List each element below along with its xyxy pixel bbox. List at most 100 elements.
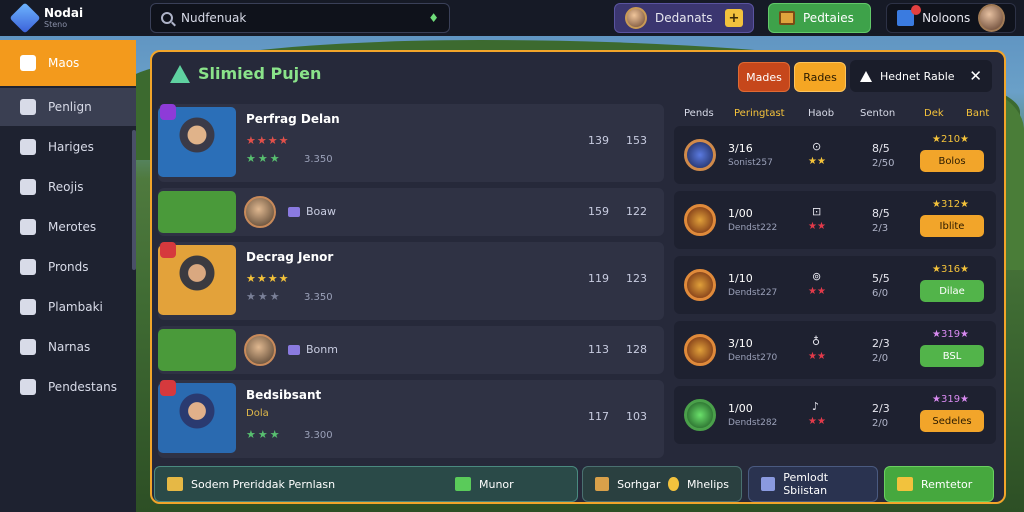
stat-value: 123 <box>626 272 647 285</box>
cell-value: Sonist257 <box>728 158 773 168</box>
score-value: ★319★ <box>932 329 970 340</box>
sidebar-item-hariges[interactable]: Hariges <box>0 128 136 166</box>
score-value: ★316★ <box>932 264 970 275</box>
user-name: Dedanats <box>655 11 713 25</box>
close-icon[interactable]: ✕ <box>969 67 982 85</box>
rades-button[interactable]: Rades <box>794 62 846 92</box>
table-header: Pends Peringtast Haob Senton Dek Bant <box>674 108 996 124</box>
list-item[interactable]: Bonm 113 128 <box>158 326 664 374</box>
column-header: Dek <box>924 108 944 119</box>
cell-value: 1/10 <box>728 272 753 285</box>
display-icon <box>20 99 36 115</box>
hero-portrait <box>158 329 236 371</box>
top-bar: Nodai Steno ♦ Dedanats + Pedtaies Noloon… <box>0 0 1024 36</box>
stat-value: 113 <box>588 343 609 356</box>
row-action-button[interactable]: Sedeles <box>920 410 984 432</box>
cell-value: Dendst282 <box>728 418 778 428</box>
sorhgar-button[interactable]: Sorhgar Mhelips <box>582 466 742 502</box>
app-logo[interactable]: Nodai Steno <box>9 2 134 34</box>
bottom-label: Munor <box>479 477 514 491</box>
table-row[interactable]: 3/10 Dendst270 ♁ ★★ 2/3 2/0 ★319★ BSL <box>674 321 996 379</box>
class-icon: ⊙ <box>812 140 822 153</box>
table-row[interactable]: 1/10 Dendst227 ⊚ ★★ 5/5 6/0 ★316★ Dilae <box>674 256 996 314</box>
table-row[interactable]: 1/00 Dendst222 ⊡ ★★ 8/5 2/3 ★312★ Iblite <box>674 191 996 249</box>
rating-stars: ★★ <box>808 221 826 232</box>
search-bar[interactable]: ♦ <box>150 3 450 33</box>
avatar <box>244 334 276 366</box>
row-action-button[interactable]: Bolos <box>920 150 984 172</box>
cell-value: Dendst270 <box>728 353 778 363</box>
score-value: ★319★ <box>932 394 970 405</box>
chest-icon <box>779 11 795 25</box>
panel-title-text: Slimied Pujen <box>198 64 322 83</box>
pemlodt-button[interactable]: Pemlodt Sbiistan <box>748 466 878 502</box>
sidebar-item-pronds[interactable]: Pronds <box>0 248 136 286</box>
sub-label: Boaw <box>288 205 336 218</box>
column-header: Haob <box>808 108 835 119</box>
cell-value: 8/5 <box>872 207 890 220</box>
brush-icon <box>20 379 36 395</box>
sidebar-scrollbar[interactable] <box>132 130 136 270</box>
filter-chip[interactable]: Hednet Rable ✕ <box>850 60 992 92</box>
munor-section[interactable]: Munor <box>455 477 514 491</box>
stat-value: 117 <box>588 410 609 423</box>
sidebar-item-label: Pronds <box>48 260 89 274</box>
sidebar-item-maos[interactable]: Maos <box>0 40 136 86</box>
app-title: Nodai <box>44 6 84 20</box>
rewards-button[interactable]: Pedtaies <box>768 3 871 33</box>
sidebar: Maos Penlign Hariges Reojis Merotes Pron… <box>0 40 136 512</box>
guild-emblem-icon <box>684 269 716 301</box>
sidebar-item-pendestans[interactable]: Pendestans <box>0 368 136 406</box>
table-row[interactable]: 1/00 Dendst282 ♪ ★★ 2/3 2/0 ★319★ Sedele… <box>674 386 996 444</box>
system-progress-button[interactable]: Sodem Preriddak Pernlasn Munor <box>154 466 578 502</box>
mic-icon[interactable]: ♦ <box>428 11 439 25</box>
avatar[interactable] <box>978 4 1005 32</box>
row-action-button[interactable]: Dilae <box>920 280 984 302</box>
box-icon <box>595 477 610 491</box>
bottom-label: Remtetor <box>921 477 973 491</box>
list-item[interactable]: Boaw 159 122 <box>158 188 664 236</box>
stat-value: 103 <box>626 410 647 423</box>
notification-badge <box>911 5 921 15</box>
gem-icon <box>9 2 41 34</box>
user-profile-pill[interactable]: Dedanats + <box>614 3 754 33</box>
hero-name: Decrag Jenor <box>246 250 334 264</box>
guild-emblem-icon <box>684 334 716 366</box>
sidebar-item-merotes[interactable]: Merotes <box>0 208 136 246</box>
cell-value: 8/5 <box>872 142 890 155</box>
search-input[interactable] <box>181 11 421 25</box>
class-icon: ♁ <box>812 335 821 348</box>
stat-value: 139 <box>588 134 609 147</box>
sidebar-item-label: Pendestans <box>48 380 117 394</box>
list-item[interactable]: Bedsibsant Dola ★★★ 3.300 117 103 <box>158 380 664 458</box>
rating-stars: ★★ <box>808 416 826 427</box>
sidebar-item-narnas[interactable]: Narnas <box>0 328 136 366</box>
list-item[interactable]: Decrag Jenor ★★★★ ★★★ 3.350 119 123 <box>158 242 664 320</box>
table-row[interactable]: 3/16 Sonist257 ⊙ ★★ 8/5 2/50 ★210★ Bolos <box>674 126 996 184</box>
sidebar-item-penlign[interactable]: Penlign <box>0 88 136 126</box>
row-action-label: Sedeles <box>932 415 972 427</box>
row-action-button[interactable]: Iblite <box>920 215 984 237</box>
sidebar-item-reojis[interactable]: Reojis <box>0 168 136 206</box>
row-action-button[interactable]: BSL <box>920 345 984 367</box>
plus-icon[interactable]: + <box>725 9 743 27</box>
column-header: Bant <box>966 108 990 119</box>
notifications-button[interactable]: Noloons <box>886 3 1016 33</box>
sidebar-item-label: Penlign <box>48 100 92 114</box>
cell-value: 3/16 <box>728 142 753 155</box>
gem-icon <box>455 477 471 491</box>
rank-badge <box>160 242 176 258</box>
hero-value: 3.300 <box>304 430 333 441</box>
row-action-label: Dilae <box>939 285 965 297</box>
row-action-label: Bolos <box>938 155 966 167</box>
mountain-icon <box>170 64 190 83</box>
remtetor-button[interactable]: Remtetor <box>884 466 994 502</box>
sidebar-item-label: Merotes <box>48 220 97 234</box>
main-panel: Slimied Pujen Mades Rades Hednet Rable ✕… <box>150 50 1006 504</box>
coin-icon <box>668 477 679 491</box>
sidebar-item-plambaki[interactable]: Plambaki <box>0 288 136 326</box>
list-item[interactable]: Perfrag Delan ★★★★ ★★★ 3.350 139 153 <box>158 104 664 182</box>
mades-button[interactable]: Mades <box>738 62 790 92</box>
rating-stars: ★★ <box>808 156 826 167</box>
row-action-label: BSL <box>942 350 962 362</box>
